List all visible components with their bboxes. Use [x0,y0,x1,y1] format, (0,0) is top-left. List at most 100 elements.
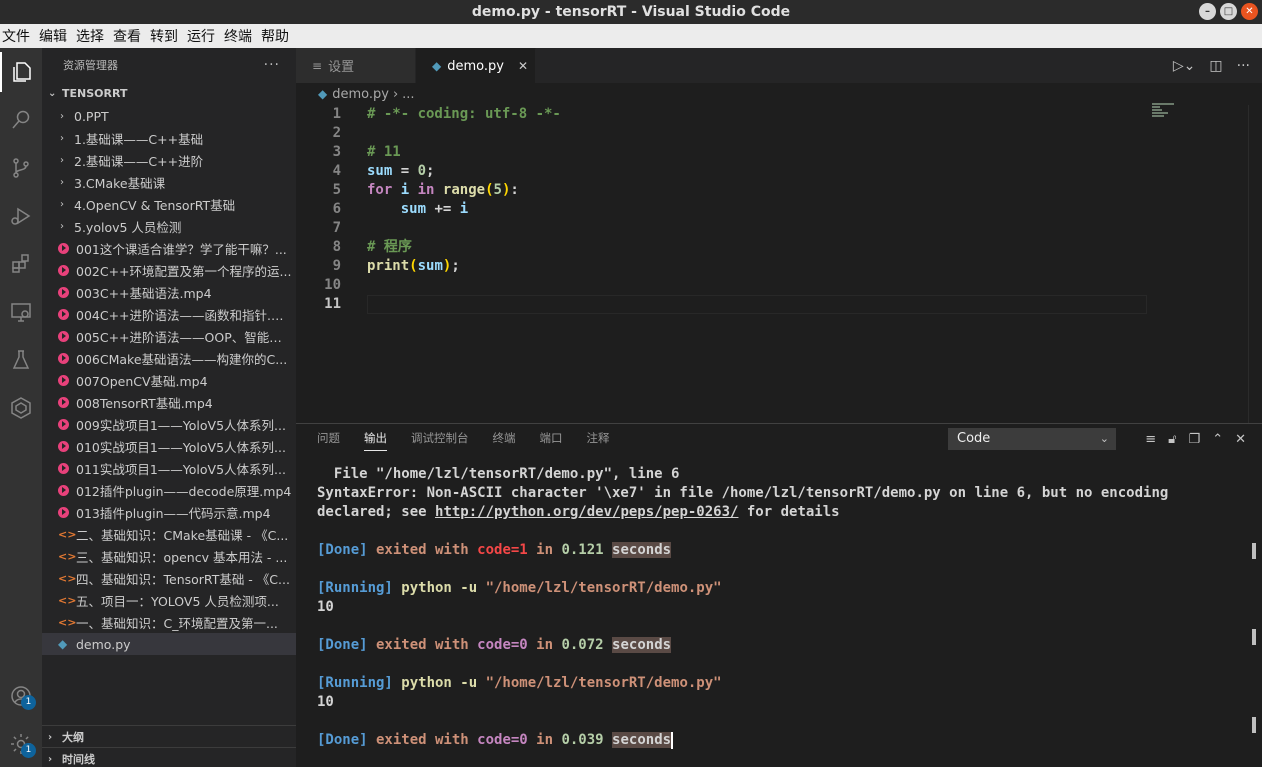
folder-item[interactable]: › 4.OpenCV & TensorRT基础 [42,193,296,215]
folder-item[interactable]: › 3.CMake基础课 [42,171,296,193]
remote-explorer-icon[interactable] [0,292,42,332]
file-item[interactable]: 013插件plugin——代码示意.mp4 [42,501,296,523]
more-actions-button[interactable]: ··· [264,57,280,73]
file-item[interactable]: 002C++环境配置及第一个程序的运... [42,259,296,281]
file-item[interactable]: 008TensorRT基础.mp4 [42,391,296,413]
breadcrumb-file[interactable]: demo.py [332,87,389,102]
more-actions-icon[interactable]: ··· [1237,58,1250,74]
close-panel-icon[interactable]: ✕ [1235,432,1246,447]
menu-item[interactable]: 查看 [111,26,147,46]
menu-item[interactable]: 转到 [148,26,184,46]
panel-tab[interactable]: 终端 [493,426,516,450]
bottom-panel: 问题 输出 调试控制台 终端 端口 注释 Code ⌄ ≡ 🔓︎ ❐ ⌃ ✕ File "… [296,423,1262,767]
tree-item-label: 二、基础知识：CMake基础课 - 《C... [76,527,289,543]
source-control-icon[interactable] [0,148,42,188]
file-item[interactable]: 011实战项目1——YoloV5人体系列... [42,457,296,479]
run-debug-icon[interactable] [0,196,42,236]
menu-item[interactable]: 文件 [0,26,36,46]
timeline-section[interactable]: › 时间线 [42,747,296,767]
panel-actions: ≡ 🔓︎ ❐ ⌃ ✕ [1145,428,1246,450]
lock-scroll-icon[interactable]: 🔓︎ [1168,432,1176,447]
file-item[interactable]: 007OpenCV基础.mp4 [42,369,296,391]
output-token: [Done] [317,732,368,748]
output-token: exited with [367,732,478,748]
code-token: sum [400,201,427,217]
panel-tab[interactable]: 注释 [587,426,610,450]
file-item[interactable]: <> 一、基础知识：C_环境配置及第一... [42,611,296,633]
file-item[interactable]: <> 二、基础知识：CMake基础课 - 《C... [42,523,296,545]
file-item[interactable]: 009实战项目1——YoloV5人体系列... [42,413,296,435]
panel-tab[interactable]: 输出 [364,426,387,451]
breadcrumb-separator-icon: › [392,86,399,102]
file-item[interactable]: <> 三、基础知识：opencv 基本用法 - ... [42,545,296,567]
outline-section[interactable]: › 大纲 [42,725,296,748]
output-log[interactable]: File "/home/lzl/tensorRT/demo.py", line … [317,465,1168,750]
file-item[interactable]: 010实战项目1——YoloV5人体系列... [42,435,296,457]
close-window-button[interactable]: ✕ [1241,3,1258,20]
menu-item[interactable]: 帮助 [259,26,295,46]
menu-item[interactable]: 编辑 [37,26,73,46]
clear-output-icon[interactable]: ≡ [1145,432,1156,447]
html-file-icon: <> [58,593,77,607]
code-token: for [367,182,393,198]
cmake-icon[interactable] [0,388,42,428]
workspace-root-header[interactable]: ⌄ TENSORRT [42,82,296,105]
menu-item[interactable]: 运行 [185,26,221,46]
extensions-icon[interactable] [0,244,42,284]
chevron-right-icon: › [60,176,64,188]
code-editor[interactable]: 1 # -*- coding: utf-8 -*- 2 3 # 11 4 sum = 0; 5… [296,105,1176,314]
window-title: demo.py - tensorRT - Visual Studio Code [471,4,791,20]
video-file-icon [58,242,74,254]
testing-icon[interactable] [0,340,42,380]
line-content: sum = 0; [367,162,434,181]
file-item[interactable]: <> 五、项目一：YOLOV5 人员检测项... [42,589,296,611]
maximize-button[interactable]: □ [1220,3,1237,20]
chevron-right-icon: › [60,154,64,166]
folder-item[interactable]: › 5.yolov5 人员检测 [42,215,296,237]
editor-tabs: ≡ 设置 ◆ demo.py ✕ ▷⌄ ◫ ··· [296,48,1262,83]
file-item[interactable]: 012插件plugin——decode原理.mp4 [42,479,296,501]
split-editor-icon[interactable]: ◫ [1209,58,1222,74]
search-icon[interactable] [0,100,42,140]
file-item[interactable]: <> 四、基础知识：TensorRT基础 - 《C... [42,567,296,589]
maximize-panel-icon[interactable]: ⌃ [1212,432,1223,447]
minimize-button[interactable]: – [1199,3,1216,20]
panel-tab[interactable]: 问题 [317,426,340,450]
panel-scrollbar[interactable] [1252,543,1256,559]
close-tab-icon[interactable]: ✕ [518,59,528,73]
output-token [604,637,612,653]
file-item[interactable]: 006CMake基础语法——构建你的C... [42,347,296,369]
panel-tab[interactable]: 调试控制台 [411,426,469,450]
html-file-icon: <> [58,615,77,629]
file-item[interactable]: 001这个课适合谁学？学了能干嘛？... [42,237,296,259]
copy-icon[interactable]: ❐ [1189,432,1201,447]
tab-demo-py[interactable]: ◆ demo.py ✕ [416,48,536,83]
file-item[interactable]: 003C++基础语法.mp4 [42,281,296,303]
explorer-icon[interactable] [0,52,42,92]
run-code-icon[interactable]: ▷⌄ [1173,58,1196,74]
manage-gear-icon[interactable]: 1 [0,724,42,764]
editor-scrollbar[interactable] [1248,105,1262,423]
output-line: [Running] python -u "/home/lzl/tensorRT/… [317,579,1168,598]
code-token: 0 [417,163,427,179]
output-channel-select[interactable]: Code ⌄ [948,428,1116,450]
output-token: "/home/lzl/tensorRT/demo.py" [485,580,722,596]
settings-file-icon: ≡ [312,58,323,73]
output-token [604,542,612,558]
folder-item[interactable]: › 0.PPT [42,105,296,127]
file-item[interactable]: 005C++进阶语法——OOP、智能指... [42,325,296,347]
folder-item[interactable]: › 1.基础课——C++基础 [42,127,296,149]
panel-tab[interactable]: 端口 [540,426,563,450]
breadcrumb-rest[interactable]: ... [402,87,414,102]
menu-item[interactable]: 终端 [222,26,258,46]
minimap[interactable] [1152,103,1176,123]
file-item[interactable]: ◆ demo.py [42,633,296,655]
code-line: 11 [296,295,1176,314]
folder-item[interactable]: › 2.基础课——C++进阶 [42,149,296,171]
account-icon[interactable]: 1 [0,676,42,716]
tab-settings[interactable]: ≡ 设置 [296,48,416,83]
menu-item[interactable]: 选择 [74,26,110,46]
output-link[interactable]: http://python.org/dev/peps/pep-0263/ [435,504,738,520]
file-item[interactable]: 004C++进阶语法——函数和指针.mp4 [42,303,296,325]
